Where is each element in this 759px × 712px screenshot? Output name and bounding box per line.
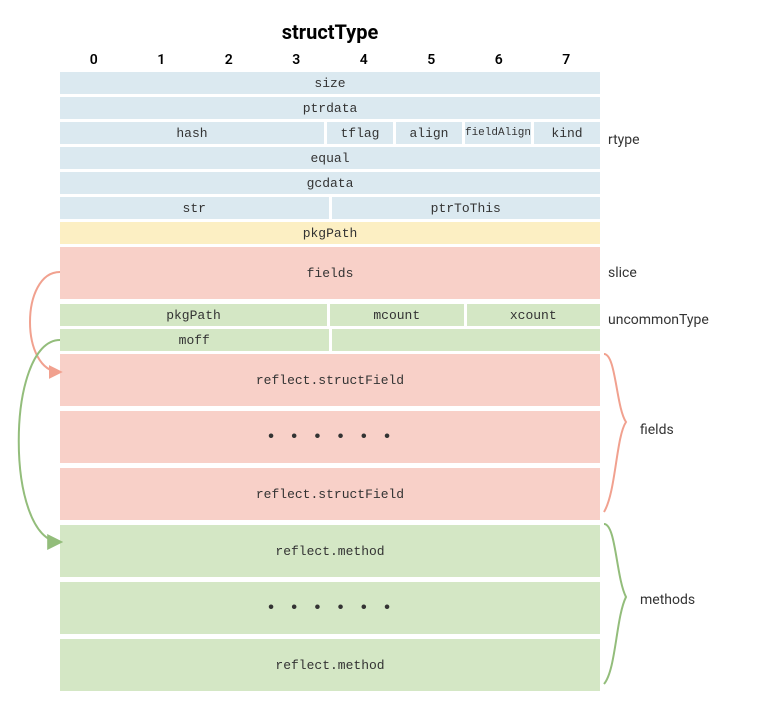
brace-fields: [604, 354, 626, 512]
label-fields: fields: [640, 422, 674, 438]
field-moff: moff: [60, 329, 329, 351]
row-size: size: [60, 72, 600, 94]
field-hash: hash: [60, 122, 324, 144]
row-uncommon1: pkgPath mcount xcount: [60, 304, 600, 326]
col-header-3: 3: [263, 52, 331, 68]
field-size: size: [60, 72, 600, 94]
row-method-2: reflect.method: [60, 639, 600, 691]
label-methods: methods: [640, 592, 695, 608]
col-header-2: 2: [195, 52, 263, 68]
row-uncommon2: moff: [60, 329, 600, 351]
field-structfield-2: reflect.structField: [60, 468, 600, 520]
row-method-dots: • • • • • •: [60, 582, 600, 634]
label-rtype: rtype: [608, 132, 640, 148]
row-gcdata: gcdata: [60, 172, 600, 194]
field-mcount: mcount: [330, 304, 464, 326]
row-fields: fields: [60, 247, 600, 299]
field-ptrdata: ptrdata: [60, 97, 600, 119]
field-kind: kind: [534, 122, 600, 144]
row-str: str ptrToThis: [60, 197, 600, 219]
col-header-7: 7: [533, 52, 601, 68]
row-structfield-1: reflect.structField: [60, 354, 600, 406]
col-header-0: 0: [60, 52, 128, 68]
field-method-dots: • • • • • •: [60, 582, 600, 634]
brace-methods: [604, 524, 626, 684]
row-ptrdata: ptrdata: [60, 97, 600, 119]
field-pad: [332, 329, 601, 351]
field-str: str: [60, 197, 329, 219]
field-structfield-dots: • • • • • •: [60, 411, 600, 463]
field-method-1: reflect.method: [60, 525, 600, 577]
field-tflag: tflag: [327, 122, 393, 144]
field-gcdata: gcdata: [60, 172, 600, 194]
arrow-methods: [19, 340, 60, 542]
field-fields: fields: [60, 247, 600, 299]
row-structfield-dots: • • • • • •: [60, 411, 600, 463]
col-header-6: 6: [465, 52, 533, 68]
col-header-4: 4: [330, 52, 398, 68]
field-fieldalign: fieldAlign: [465, 122, 531, 144]
field-upkgpath: pkgPath: [60, 304, 327, 326]
field-ptrtothis: ptrToThis: [332, 197, 601, 219]
field-structfield-1: reflect.structField: [60, 354, 600, 406]
field-equal: equal: [60, 147, 600, 169]
field-method-2: reflect.method: [60, 639, 600, 691]
diagram-title: structType: [60, 20, 600, 44]
label-slice: slice: [608, 265, 637, 281]
arrow-fields: [30, 272, 60, 372]
column-headers: 0 1 2 3 4 5 6 7: [60, 52, 600, 68]
label-uncommon: uncommonType: [608, 312, 709, 328]
field-xcount: xcount: [467, 304, 601, 326]
row-pkgpath: pkgPath: [60, 222, 600, 244]
field-align: align: [396, 122, 462, 144]
col-header-5: 5: [398, 52, 466, 68]
col-header-1: 1: [128, 52, 196, 68]
row-method-1: reflect.method: [60, 525, 600, 577]
row-equal: equal: [60, 147, 600, 169]
row-structfield-2: reflect.structField: [60, 468, 600, 520]
field-pkgpath: pkgPath: [60, 222, 600, 244]
row-hash: hash tflag align fieldAlign kind: [60, 122, 600, 144]
